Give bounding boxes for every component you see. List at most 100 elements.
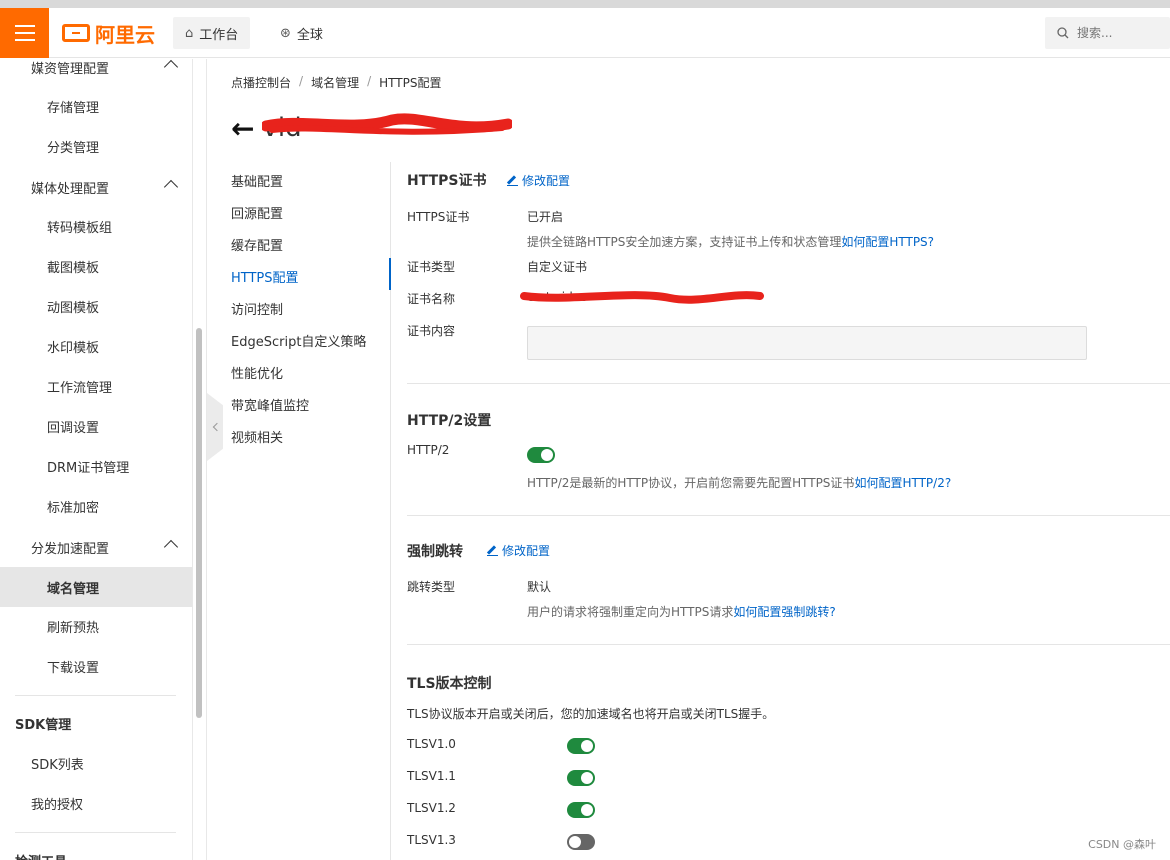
https-cert-hint: 提供全链路HTTPS安全加速方案，支持证书上传和状态管理如何配置HTTPS? xyxy=(527,233,934,250)
breadcrumb-separator: / xyxy=(367,74,372,88)
subnav-https[interactable]: HTTPS配置 xyxy=(231,267,299,287)
breadcrumb-item-domain[interactable]: 域名管理 xyxy=(311,74,359,91)
sidebar-group-label: 媒体处理配置 xyxy=(31,181,110,197)
section-divider xyxy=(407,644,1170,645)
sidebar-scrollbar[interactable] xyxy=(196,328,202,718)
tls-v11-label: TLSV1.1 xyxy=(407,769,456,783)
sidebar-item-sdk-list[interactable]: SDK列表 xyxy=(0,743,192,783)
top-header: 阿里云 ⌂ 工作台 ⊛ 全球 xyxy=(0,8,1170,58)
workbench-label: 工作台 xyxy=(199,27,239,43)
subnav-edgescript[interactable]: EdgeScript自定义策略 xyxy=(231,331,366,351)
http2-hint-text: HTTP/2是最新的HTTP协议，开启前您需要先配置HTTPS证书 xyxy=(527,476,855,490)
logo-text: 阿里云 xyxy=(95,22,155,47)
sidebar-item-watermark-template[interactable]: 水印模板 xyxy=(0,326,192,366)
redirect-type-label: 跳转类型 xyxy=(407,580,456,594)
cert-content-label: 证书内容 xyxy=(407,324,456,338)
sidebar-item-category[interactable]: 分类管理 xyxy=(0,126,192,166)
section-divider xyxy=(407,515,1170,516)
sidebar-group-media-assets[interactable]: 媒资管理配置 xyxy=(0,59,192,87)
sidebar-divider xyxy=(15,695,176,696)
subnav-video[interactable]: 视频相关 xyxy=(231,427,283,447)
redirect-section-title: 强制跳转 xyxy=(407,544,463,560)
breadcrumb-item-https: HTTPS配置 xyxy=(379,76,442,90)
sidebar-item-my-authorization[interactable]: 我的授权 xyxy=(0,783,192,823)
cert-content-field[interactable] xyxy=(527,326,1087,360)
search-icon xyxy=(1057,27,1069,39)
tls-v10-label: TLSV1.0 xyxy=(407,737,456,751)
csdn-watermark: CSDN @森叶 xyxy=(1088,838,1156,851)
tls-description: TLS协议版本开启或关闭后，您的加速域名也将开启或关闭TLS握手。 xyxy=(407,707,775,721)
region-global-button[interactable]: ⊛ 全球 xyxy=(268,17,335,49)
sidebar-item-drm-cert[interactable]: DRM证书管理 xyxy=(0,446,192,486)
sidebar-group-distribution[interactable]: 分发加速配置 xyxy=(0,527,192,567)
chevron-left-icon xyxy=(212,422,221,432)
search-input[interactable] xyxy=(1077,26,1157,40)
back-arrow-icon[interactable]: ← xyxy=(231,112,254,145)
hamburger-menu-icon[interactable] xyxy=(0,8,49,58)
sidebar-item-snapshot-template[interactable]: 截图模板 xyxy=(0,246,192,286)
cert-type-label: 证书类型 xyxy=(407,260,456,274)
subnav-bandwidth-peak[interactable]: 带宽峰值监控 xyxy=(231,395,309,415)
sidebar-item-refresh-preload[interactable]: 刷新预热 xyxy=(0,606,192,646)
pencil-icon xyxy=(507,175,518,186)
redirect-help-link[interactable]: 如何配置强制跳转? xyxy=(733,605,835,619)
http2-hint: HTTP/2是最新的HTTP协议，开启前您需要先配置HTTPS证书如何配置HTT… xyxy=(527,474,951,491)
redaction-scribble xyxy=(262,113,512,135)
sidebar-group-media-processing[interactable]: 媒体处理配置 xyxy=(0,167,192,207)
sidebar-divider-vertical xyxy=(206,59,207,860)
http2-help-link[interactable]: 如何配置HTTP/2? xyxy=(854,476,951,490)
sidebar-group-label: 分发加速配置 xyxy=(31,541,110,557)
tls-v12-label: TLSV1.2 xyxy=(407,801,456,815)
cert-type-value: 自定义证书 xyxy=(527,260,588,274)
redirect-hint: 用户的请求将强制重定向为HTTPS请求如何配置强制跳转? xyxy=(527,603,836,620)
subnav-origin[interactable]: 回源配置 xyxy=(231,203,283,223)
subnav-performance[interactable]: 性能优化 xyxy=(231,363,283,383)
sidebar-item-standard-encryption[interactable]: 标准加密 xyxy=(0,486,192,526)
chevron-up-icon xyxy=(163,539,179,555)
sidebar-item-workflow[interactable]: 工作流管理 xyxy=(0,366,192,406)
sidebar-item-download-settings[interactable]: 下载设置 xyxy=(0,646,192,686)
search-box[interactable] xyxy=(1045,17,1170,49)
edit-label: 修改配置 xyxy=(502,544,551,558)
subnav-cache[interactable]: 缓存配置 xyxy=(231,235,283,255)
toggle-knob xyxy=(541,449,553,461)
sidebar-item-callback[interactable]: 回调设置 xyxy=(0,406,192,446)
breadcrumb: 点播控制台 / 域名管理 / HTTPS配置 xyxy=(231,74,441,91)
aliyun-logo-icon xyxy=(62,24,90,42)
sidebar-detection-tools-header[interactable]: 检测工具 xyxy=(0,840,192,860)
sidebar-group-label: 媒资管理配置 xyxy=(31,61,110,77)
sidebar-item-domain-management[interactable]: 域名管理 xyxy=(0,567,192,607)
https-cert-hint-text: 提供全链路HTTPS安全加速方案，支持证书上传和状态管理 xyxy=(527,235,842,249)
tls-v10-toggle[interactable] xyxy=(567,738,595,754)
toggle-knob xyxy=(581,804,593,816)
tls-v13-toggle[interactable] xyxy=(567,834,595,850)
cert-name-label: 证书名称 xyxy=(407,292,456,306)
redirect-edit-config-link[interactable]: 修改配置 xyxy=(487,542,550,559)
edit-label: 修改配置 xyxy=(522,174,571,188)
subnav-basic[interactable]: 基础配置 xyxy=(231,171,283,191)
globe-icon: ⊛ xyxy=(280,25,291,41)
sidebar-item-storage[interactable]: 存储管理 xyxy=(0,86,192,126)
pencil-icon xyxy=(487,545,498,556)
https-cert-label: HTTPS证书 xyxy=(407,210,470,224)
https-edit-config-link[interactable]: 修改配置 xyxy=(507,172,570,189)
breadcrumb-item-console[interactable]: 点播控制台 xyxy=(231,74,291,91)
subnav-active-indicator xyxy=(389,258,391,290)
https-help-link[interactable]: 如何配置HTTPS? xyxy=(841,235,934,249)
http2-toggle[interactable] xyxy=(527,447,555,463)
aliyun-logo[interactable]: 阿里云 xyxy=(62,20,155,47)
redirect-hint-text: 用户的请求将强制重定向为HTTPS请求 xyxy=(527,605,734,619)
sidebar-collapse-toggle[interactable] xyxy=(207,393,223,461)
sidebar-item-transcode-template[interactable]: 转码模板组 xyxy=(0,206,192,246)
breadcrumb-separator: / xyxy=(299,74,304,88)
tls-section-title: TLS版本控制 xyxy=(407,676,492,692)
subnav-access-control[interactable]: 访问控制 xyxy=(231,299,283,319)
tls-v12-toggle[interactable] xyxy=(567,802,595,818)
chevron-up-icon xyxy=(163,59,179,75)
toggle-knob xyxy=(581,740,593,752)
tls-v11-toggle[interactable] xyxy=(567,770,595,786)
sidebar-sdk-header[interactable]: SDK管理 xyxy=(0,703,192,743)
workbench-button[interactable]: ⌂ 工作台 xyxy=(173,17,251,49)
chevron-up-icon xyxy=(163,179,179,195)
sidebar-item-gif-template[interactable]: 动图模板 xyxy=(0,286,192,326)
